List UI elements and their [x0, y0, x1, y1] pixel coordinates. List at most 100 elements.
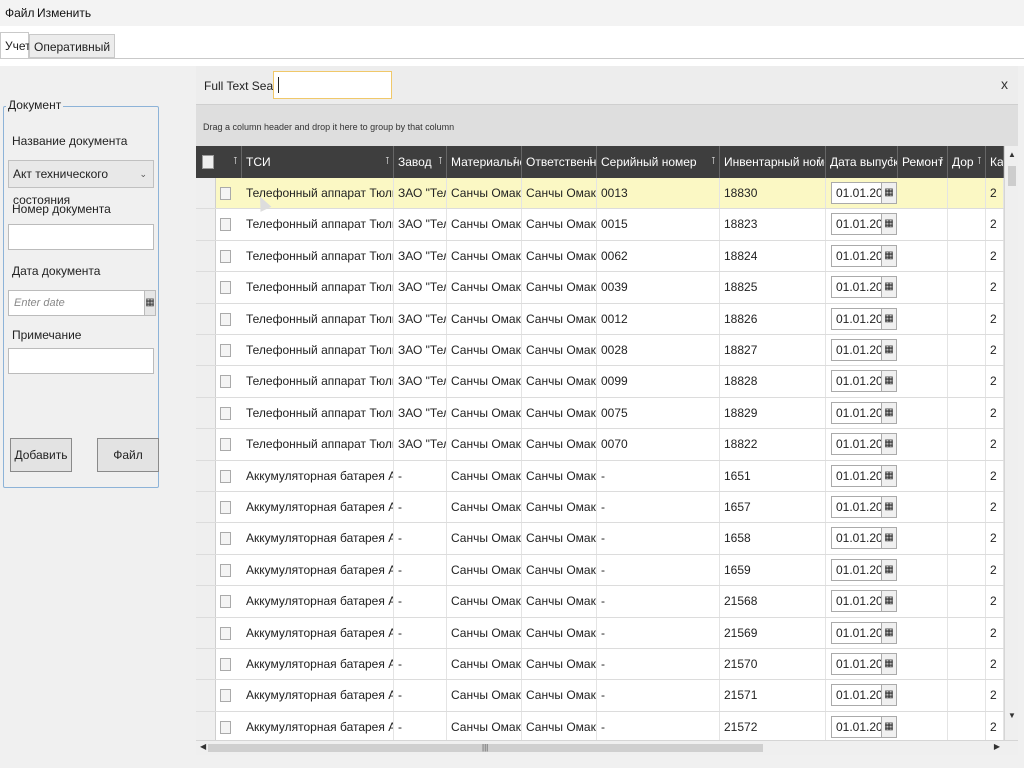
- table-row[interactable]: Телефонный аппарат Тюльпан-02-ЗАО "ТелеС…: [196, 178, 1004, 210]
- row-checkbox[interactable]: [220, 312, 231, 326]
- filter-icon[interactable]: ⊺: [385, 146, 390, 178]
- row-checkbox[interactable]: [220, 501, 231, 514]
- release-date-picker[interactable]: 01.01.2015 ▦: [831, 621, 897, 644]
- calendar-icon[interactable]: ▦: [881, 559, 896, 580]
- search-input[interactable]: [273, 71, 392, 99]
- row-checkbox[interactable]: [220, 626, 231, 640]
- horizontal-scrollbar[interactable]: ◀ ||| ▶: [196, 740, 1018, 755]
- menu-file[interactable]: Файл: [5, 6, 35, 20]
- header-col-release-date[interactable]: Дата выпуск ⊺: [826, 146, 898, 178]
- table-row[interactable]: Телефонный аппарат Тюльпан-02-ЗАО "ТелеС…: [196, 366, 1004, 398]
- menu-edit[interactable]: Изменить: [37, 6, 91, 20]
- filter-icon[interactable]: ⊺: [233, 146, 238, 178]
- release-date-picker[interactable]: 01.01.2015 ▦: [831, 653, 897, 675]
- header-col-plant[interactable]: Завод ⊺: [394, 146, 447, 178]
- release-date-picker[interactable]: 01.01.2014 ▦: [831, 339, 897, 361]
- table-row[interactable]: Аккумуляторная батарея АКБ 7 Ач-Санчы Ом…: [196, 460, 1004, 492]
- calendar-icon[interactable]: ▦: [881, 654, 896, 674]
- row-header[interactable]: [196, 492, 216, 523]
- filter-icon[interactable]: ⊺: [977, 146, 982, 178]
- calendar-icon[interactable]: ▦: [881, 277, 896, 298]
- row-checkbox[interactable]: [220, 595, 231, 609]
- table-row[interactable]: Аккумуляторная батарея АКБ 7 Ач-Санчы Ом…: [196, 649, 1004, 681]
- filter-icon[interactable]: ⊺: [438, 146, 443, 178]
- row-checkbox[interactable]: [220, 187, 231, 200]
- release-date-picker[interactable]: 01.01.2015 ▦: [831, 684, 897, 707]
- release-date-picker[interactable]: 01.01.2013 ▦: [831, 558, 897, 581]
- row-checkbox[interactable]: [220, 658, 231, 671]
- calendar-icon[interactable]: ▦: [881, 214, 896, 235]
- select-all-checkbox[interactable]: [202, 155, 214, 169]
- scroll-down-icon[interactable]: ▼: [1008, 711, 1016, 720]
- calendar-icon[interactable]: ▦: [881, 465, 896, 486]
- scroll-right-icon[interactable]: ▶: [994, 742, 1000, 751]
- row-header[interactable]: [196, 303, 216, 334]
- table-row[interactable]: Аккумуляторная батарея АКБ 7 Ач-Санчы Ом…: [196, 680, 1004, 712]
- calendar-icon[interactable]: ▦: [881, 245, 896, 266]
- calendar-icon[interactable]: ▦: [881, 591, 896, 612]
- table-row[interactable]: Телефонный аппарат Тюльпан-02-ЗАО "ТелеС…: [196, 429, 1004, 461]
- add-button[interactable]: Добавить: [10, 438, 72, 472]
- row-checkbox[interactable]: [220, 438, 231, 452]
- calendar-icon[interactable]: ▦: [881, 622, 896, 643]
- row-header[interactable]: [196, 711, 216, 740]
- calendar-icon[interactable]: ▦: [881, 371, 896, 392]
- filter-icon[interactable]: ⊺: [939, 146, 944, 178]
- header-col-tsi[interactable]: ТСИ ⊺: [242, 146, 394, 178]
- header-col-responsible[interactable]: Ответственн ⊺: [522, 146, 597, 178]
- row-header[interactable]: [196, 617, 216, 648]
- row-header[interactable]: [196, 554, 216, 586]
- header-col-inventory[interactable]: Инвентарный номер⊺: [720, 146, 826, 178]
- vertical-scrollbar[interactable]: ▲ ▼: [1004, 146, 1018, 740]
- table-row[interactable]: Телефонный аппарат Тюльпан-02-ЗАО "ТелеС…: [196, 240, 1004, 273]
- release-date-picker[interactable]: 01.01.2013 ▦: [831, 496, 897, 518]
- calendar-icon[interactable]: ▦: [144, 291, 155, 315]
- calendar-icon[interactable]: ▦: [881, 685, 896, 706]
- calendar-icon[interactable]: ▦: [881, 340, 896, 360]
- header-col-material[interactable]: Материальнс ⊺: [447, 146, 522, 178]
- row-checkbox[interactable]: [220, 281, 231, 295]
- row-header[interactable]: [196, 335, 216, 366]
- row-header[interactable]: [196, 460, 216, 491]
- table-row[interactable]: Аккумуляторная батарея АКБ 7 Ач-Санчы Ом…: [196, 586, 1004, 618]
- calendar-icon[interactable]: ▦: [881, 528, 896, 549]
- row-checkbox[interactable]: [220, 344, 231, 357]
- scroll-up-icon[interactable]: ▲: [1008, 150, 1016, 159]
- filter-icon[interactable]: ⊺: [817, 146, 822, 178]
- table-row[interactable]: Аккумуляторная батарея АКБ 7 Ач-Санчы Ом…: [196, 617, 1004, 649]
- table-row[interactable]: Телефонный аппарат Тюльпан-02-ЗАО "ТелеС…: [196, 303, 1004, 335]
- release-date-picker[interactable]: 01.01.2015 ▦: [831, 590, 897, 613]
- row-header[interactable]: [196, 429, 216, 460]
- row-header[interactable]: [196, 680, 216, 711]
- row-checkbox[interactable]: [220, 689, 231, 703]
- group-panel[interactable]: Drag a column header and drop it here to…: [196, 104, 1018, 147]
- release-date-picker[interactable]: 01.01.2014 ▦: [831, 182, 897, 204]
- close-icon[interactable]: x: [1001, 76, 1008, 92]
- row-header[interactable]: [196, 586, 216, 617]
- scroll-left-icon[interactable]: ◀: [200, 742, 206, 751]
- row-checkbox[interactable]: [220, 469, 231, 483]
- table-row[interactable]: Аккумуляторная батарея АКБ 7 Ач-Санчы Ом…: [196, 523, 1004, 555]
- document-name-combo[interactable]: Акт технического состояния ⌄: [8, 160, 154, 207]
- release-date-picker[interactable]: 01.01.2014 ▦: [831, 213, 897, 236]
- calendar-icon[interactable]: ▦: [881, 183, 896, 203]
- document-number-input[interactable]: [8, 224, 154, 250]
- calendar-icon[interactable]: ▦: [881, 308, 896, 329]
- release-date-picker[interactable]: 01.01.2014 ▦: [831, 276, 897, 299]
- vertical-scroll-thumb[interactable]: [1008, 166, 1016, 186]
- release-date-picker[interactable]: 01.01.2014 ▦: [831, 433, 897, 456]
- row-checkbox[interactable]: [220, 375, 231, 389]
- filter-icon[interactable]: ⊺: [588, 146, 593, 178]
- table-row[interactable]: Телефонный аппарат Тюльпан-02-ЗАО "ТелеС…: [196, 335, 1004, 367]
- filter-icon[interactable]: ⊺: [889, 146, 894, 178]
- calendar-icon[interactable]: ▦: [881, 716, 896, 737]
- row-header[interactable]: [196, 209, 216, 240]
- calendar-icon[interactable]: ▦: [881, 497, 896, 517]
- row-checkbox[interactable]: [220, 720, 231, 734]
- table-row[interactable]: Аккумуляторная батарея АКБ 7 Ач-Санчы Ом…: [196, 711, 1004, 740]
- row-header[interactable]: [196, 649, 216, 680]
- release-date-picker[interactable]: 01.01.2014 ▦: [831, 307, 897, 330]
- release-date-picker[interactable]: 01.01.2013 ▦: [831, 464, 897, 487]
- row-header[interactable]: [196, 178, 216, 209]
- row-checkbox[interactable]: [220, 218, 231, 232]
